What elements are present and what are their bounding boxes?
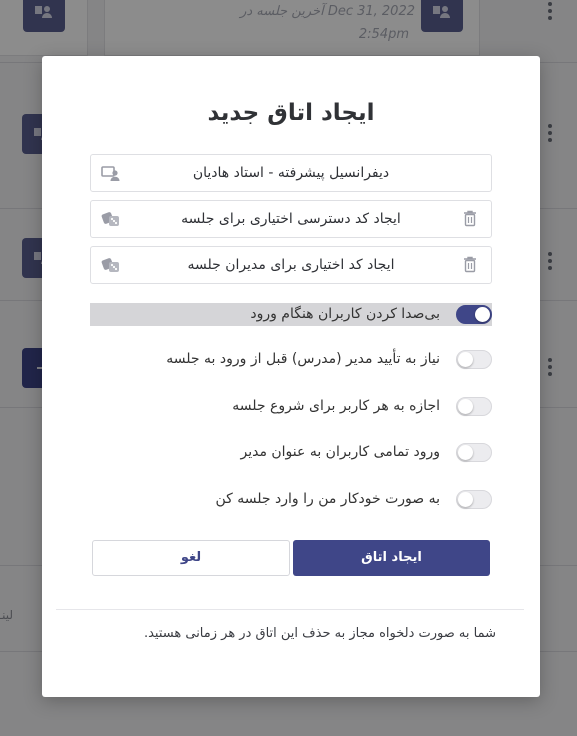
trash-icon[interactable] [463, 210, 477, 227]
footer-note: شما به صورت دلخواه مجاز به حذف این اتاق … [143, 626, 496, 641]
access-code-field[interactable]: ایجاد کد دسترسی اختیاری برای جلسه [90, 200, 492, 238]
toggle-knob [475, 307, 490, 322]
option-require-approval[interactable]: نیاز به تأیید مدیر (مدرس) قبل از ورود به… [90, 348, 492, 371]
toggle-auto-join[interactable] [456, 490, 492, 509]
access-code-label: ایجاد کد دسترسی اختیاری برای جلسه [181, 211, 401, 227]
create-room-modal: ایجاد اتاق جدید دیفرانسیل پیشرفته - استا… [42, 56, 540, 697]
toggle-knob [458, 492, 473, 507]
cancel-button[interactable]: لغو [92, 540, 290, 576]
room-icon [101, 166, 120, 181]
dice-icon[interactable] [101, 256, 121, 274]
option-label: اجازه به هر کاربر برای شروع جلسه [232, 398, 440, 414]
option-anyone-can-start[interactable]: اجازه به هر کاربر برای شروع جلسه [90, 395, 492, 418]
toggle-mute-on-join[interactable] [456, 305, 492, 324]
room-name-field[interactable]: دیفرانسیل پیشرفته - استاد هادیان [90, 154, 492, 192]
option-label: به صورت خودکار من را وارد جلسه کن [215, 491, 441, 507]
toggle-all-join-as-moderator[interactable] [456, 443, 492, 462]
toggle-knob [458, 399, 473, 414]
trash-icon[interactable] [463, 256, 477, 273]
modal-title: ایجاد اتاق جدید [207, 100, 375, 126]
dice-icon[interactable] [101, 210, 121, 228]
moderator-code-field[interactable]: ایجاد کد اختیاری برای مدیران جلسه [90, 246, 492, 284]
option-label: ورود تمامی کاربران به عنوان مدیر [240, 444, 440, 460]
moderator-code-label: ایجاد کد اختیاری برای مدیران جلسه [187, 257, 395, 273]
toggle-anyone-can-start[interactable] [456, 397, 492, 416]
room-name-value: دیفرانسیل پیشرفته - استاد هادیان [192, 165, 390, 181]
divider [56, 609, 524, 610]
toggle-require-approval[interactable] [456, 350, 492, 369]
toggle-knob [458, 445, 473, 460]
option-all-join-as-moderator[interactable]: ورود تمامی کاربران به عنوان مدیر [90, 441, 492, 464]
create-room-button[interactable]: ایجاد اتاق [293, 540, 490, 576]
option-label: بی‌صدا کردن کاربران هنگام ورود [250, 306, 440, 322]
option-mute-on-join[interactable]: بی‌صدا کردن کاربران هنگام ورود [90, 303, 492, 326]
toggle-knob [458, 352, 473, 367]
option-auto-join[interactable]: به صورت خودکار من را وارد جلسه کن [90, 488, 492, 511]
option-label: نیاز به تأیید مدیر (مدرس) قبل از ورود به… [166, 351, 440, 367]
